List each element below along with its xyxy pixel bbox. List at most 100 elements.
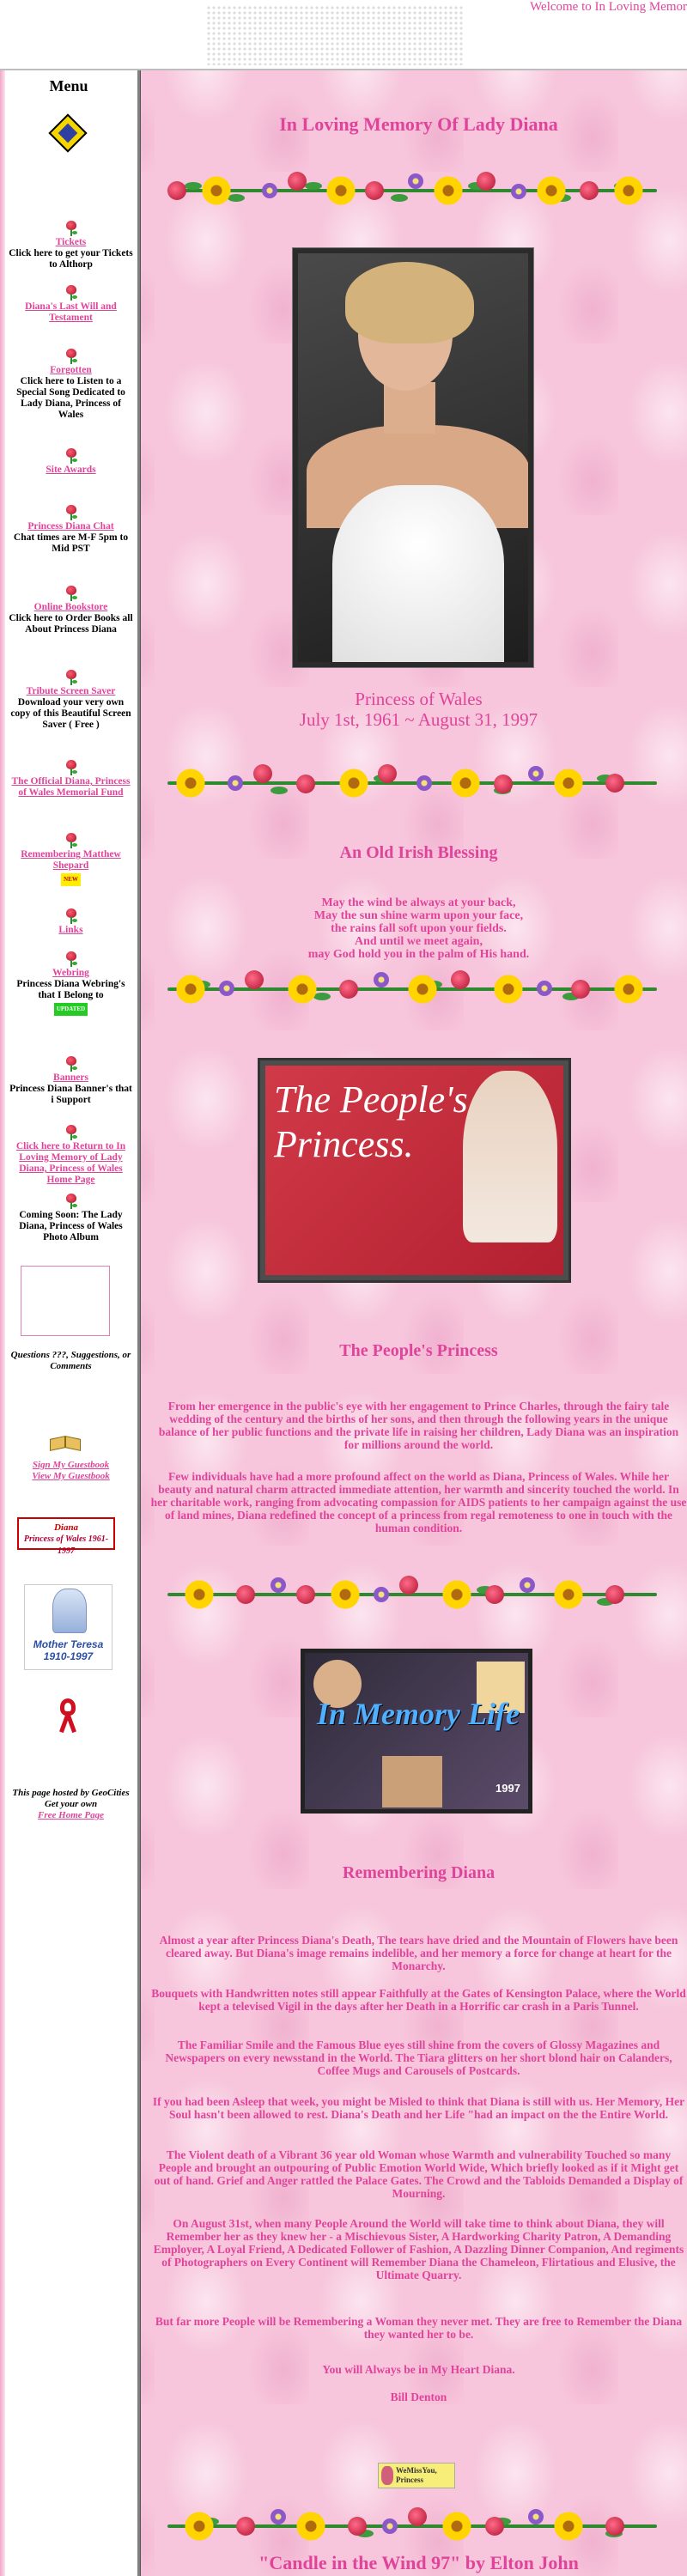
forgotten-link[interactable]: Forgotten: [9, 365, 133, 376]
sidebar-item-photo-album: Coming Soon: The Lady Diana, Princess of…: [9, 1194, 133, 1243]
sidebar-item-bookstore: Online Bookstore Click here to Order Boo…: [9, 586, 133, 635]
red-ribbon-icon: [57, 1698, 79, 1736]
diana-banner-title: Diana: [53, 1522, 79, 1533]
sidebar-item-return-home: Click here to Return to In Loving Memory…: [9, 1125, 133, 1186]
remembering-paragraph-5: The Violent death of a Vibrant 36 year o…: [154, 2148, 684, 2200]
banners-desc: Princess Diana Banner's that i Support: [9, 1084, 132, 1105]
rose-icon: [64, 349, 78, 364]
sidebar-item-site-awards: Site Awards: [9, 448, 133, 476]
sidebar-item-forgotten: Forgotten Click here to Listen to a Spec…: [9, 349, 133, 421]
top-banner: Welcome to In Loving Memor: [0, 0, 687, 70]
rose-icon: [64, 1194, 78, 1209]
menu-title: Menu: [49, 77, 88, 94]
halftone-decoration: [206, 5, 464, 65]
rose-icon: [64, 670, 78, 685]
new-badge: NEW: [61, 873, 81, 886]
diana-banner-subtitle: Princess of Wales 1961-1997: [23, 1534, 109, 1556]
bookstore-link[interactable]: Online Bookstore: [9, 602, 133, 613]
sidebar-item-chat: Princess Diana Chat Chat times are M-F 5…: [9, 505, 133, 555]
sidebar-item-matthew-shepard: Remembering Matthew Shepard NEW: [9, 833, 133, 886]
in-memory-year: 1997: [495, 1782, 520, 1795]
sidebar-item-tickets: Tickets Click here to get your Tickets t…: [9, 221, 133, 270]
memorial-fund-link[interactable]: The Official Diana, Princess of Wales Me…: [9, 776, 133, 799]
mother-teresa-years: 1910-1997: [43, 1650, 94, 1662]
sidebar-item-banners: Banners Princess Diana Banner's that i S…: [9, 1056, 133, 1106]
sidebar-item-links: Links: [9, 908, 133, 936]
site-awards-link[interactable]: Site Awards: [9, 465, 133, 476]
mother-teresa-figure: [52, 1589, 87, 1633]
view-guestbook-link[interactable]: View My Guestbook: [9, 1471, 133, 1482]
guestbook-icon: [50, 1432, 81, 1455]
peoples-paragraph-1: From her emergence in the public's eye w…: [158, 1400, 679, 1451]
page-title: In Loving Memory Of Lady Diana: [279, 113, 558, 135]
signature: Bill Denton: [390, 2391, 447, 2403]
peoples-paragraph-2: Few individuals have had a more profound…: [150, 1470, 687, 1534]
blessing-text: May the wind be always at your back, May…: [307, 896, 530, 961]
rose-icon: [64, 951, 78, 967]
screensaver-desc: Download your very own copy of this Beau…: [10, 697, 131, 730]
sidebar-item-memorial-fund: The Official Diana, Princess of Wales Me…: [9, 760, 133, 799]
chat-desc: Chat times are M-F 5pm to Mid PST: [13, 532, 129, 554]
diana-banner-link[interactable]: Diana Princess of Wales 1961-1997: [17, 1517, 115, 1556]
remembering-paragraph-8: You will Always be in My Heart Diana.: [322, 2363, 515, 2376]
sidebar-item-screensaver: Tribute Screen Saver Download your very …: [9, 670, 133, 731]
blessing-title: An Old Irish Blessing: [339, 843, 498, 862]
tickets-desc: Click here to get your Tickets to Althor…: [9, 248, 133, 270]
main-content: In Loving Memory Of Lady Diana Princess …: [150, 70, 687, 2576]
peoples-princess-title: The People's Princess: [339, 1341, 498, 1360]
candle-in-the-wind-title: "Candle in the Wind 97" by Elton John: [258, 2552, 579, 2573]
princess-of-wales-line: Princess of Wales: [355, 689, 483, 709]
bookstore-desc: Click here to Order Books all About Prin…: [9, 613, 133, 635]
return-home-link[interactable]: Click here to Return to In Loving Memory…: [9, 1141, 133, 1186]
banners-link[interactable]: Banners: [9, 1072, 133, 1084]
remembering-paragraph-6: On August 31st, when many People Around …: [153, 2217, 684, 2281]
guestbook-links: Sign My Guestbook View My Guestbook: [9, 1460, 133, 1482]
rose-icon: [64, 908, 78, 924]
screensaver-link[interactable]: Tribute Screen Saver: [9, 686, 133, 697]
flower-vine-divider: [167, 165, 657, 216]
webring-desc: Princess Diana Webring's that I Belong t…: [16, 979, 125, 1000]
peoples-princess-banner: The People's Princess.: [258, 1058, 571, 1283]
sign-guestbook-link[interactable]: Sign My Guestbook: [9, 1460, 133, 1471]
empty-image-box: [21, 1266, 110, 1336]
remembering-title: Remembering Diana: [342, 1863, 495, 1882]
flower-vine-divider: [167, 757, 657, 809]
remembering-paragraph-1: Almost a year after Princess Diana's Dea…: [159, 1934, 678, 1972]
remembering-paragraph-7: But far more People will be Remembering …: [155, 2315, 683, 2341]
free-home-page-link[interactable]: Free Home Page: [9, 1810, 133, 1821]
welcome-marquee: Welcome to In Loving Memor: [530, 0, 687, 14]
flower-vine-divider: [167, 2500, 657, 2552]
matthew-shepard-link[interactable]: Remembering Matthew Shepard: [9, 849, 133, 872]
flower-vine-divider: [167, 1569, 657, 1620]
we-miss-you-text: WeMissYou, Princess: [396, 2466, 437, 2484]
geocities-text: This page hosted by GeoCities Get your o…: [12, 1788, 130, 1809]
webring-link[interactable]: Webring: [9, 968, 133, 979]
sidebar-item-webring: Webring Princess Diana Webring's that I …: [9, 951, 133, 1016]
in-memory-collage: In Memory Life 1997: [301, 1649, 532, 1814]
rose-icon: [64, 1125, 78, 1140]
rose-icon: [64, 586, 78, 601]
rose-icon: [64, 1056, 78, 1072]
mother-teresa-banner[interactable]: Mother Teresa 1910-1997: [24, 1584, 112, 1670]
rose-icon: [64, 505, 78, 520]
updated-badge: UPDATED: [53, 1003, 88, 1016]
last-will-link[interactable]: Diana's Last Will and Testament: [9, 301, 133, 324]
links-link[interactable]: Links: [9, 925, 133, 936]
rose-icon: [64, 833, 78, 848]
rose-icon: [64, 221, 78, 236]
forgotten-desc: Click here to Listen to a Special Song D…: [16, 376, 125, 420]
tickets-link[interactable]: Tickets: [9, 237, 133, 248]
geocities-note: This page hosted by GeoCities Get your o…: [9, 1788, 133, 1821]
chat-link[interactable]: Princess Diana Chat: [9, 521, 133, 532]
diana-portrait-photo: [292, 247, 534, 668]
rose-icon: [64, 448, 78, 464]
remembering-paragraph-3: The Familiar Smile and the Famous Blue e…: [165, 2038, 672, 2077]
remembering-paragraph-2: Bouquets with Handwritten notes still ap…: [151, 1987, 686, 2013]
sidebar-item-last-will: Diana's Last Will and Testament: [9, 285, 133, 324]
in-memory-text: In Memory Life: [317, 1697, 520, 1731]
rose-icon: [64, 285, 78, 301]
rose-icon: [64, 760, 78, 775]
we-miss-you-princess-badge: WeMissYou, Princess: [378, 2463, 455, 2488]
sidebar-divider: [137, 70, 141, 2576]
questions-text: Questions ???, Suggestions, or Comments: [10, 1350, 131, 1371]
